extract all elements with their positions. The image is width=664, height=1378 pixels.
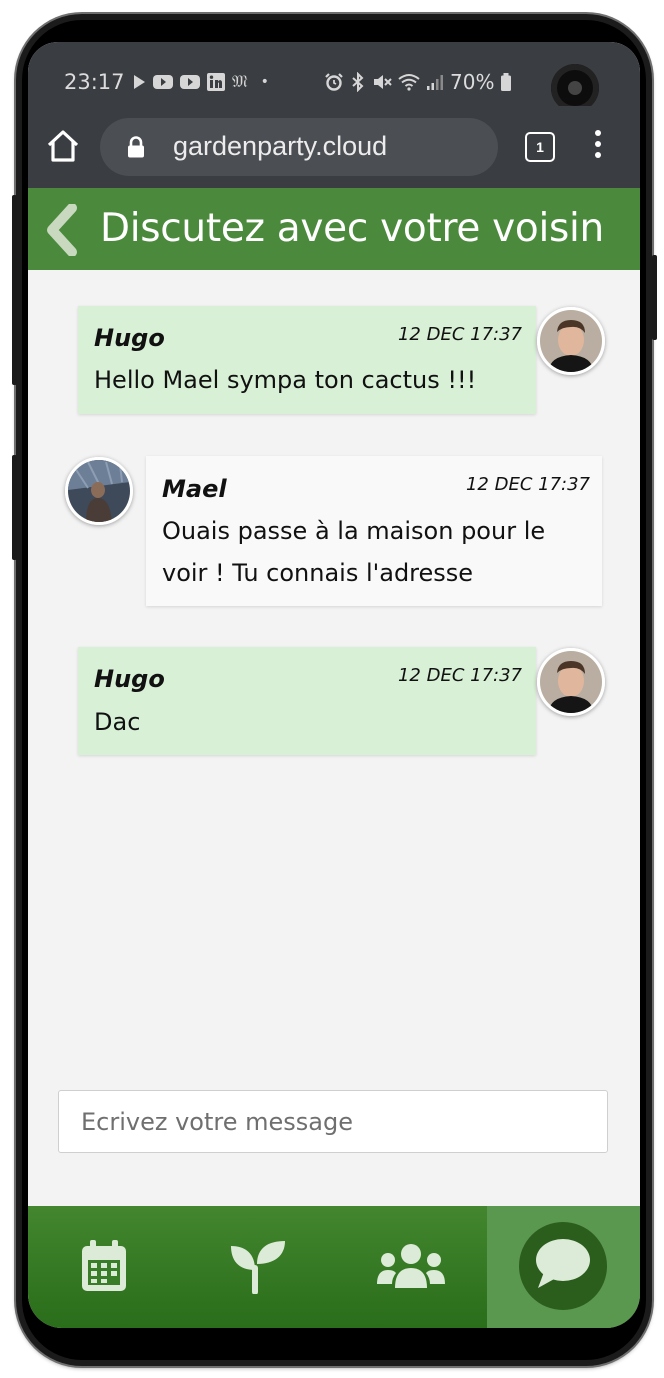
address-bar[interactable]: gardenparty.cloud <box>100 118 498 176</box>
avatar-hugo[interactable] <box>537 307 605 375</box>
message-author: Hugo <box>94 324 165 352</box>
avatar-hugo[interactable] <box>537 648 605 716</box>
volume-button <box>12 195 17 385</box>
message-list: Hugo 12 DEC 17:37 Hello Mael sympa ton c… <box>28 270 640 1070</box>
sprout-icon <box>231 1241 285 1294</box>
users-icon <box>377 1244 445 1288</box>
bixby-button <box>12 455 17 560</box>
front-camera <box>551 64 599 112</box>
app-header: Discutez avec votre voisin <box>28 188 640 270</box>
calendar-icon <box>82 1240 126 1291</box>
message-bubble: Hugo 12 DEC 17:37 Hello Mael sympa ton c… <box>78 306 536 414</box>
play-icon <box>134 75 145 89</box>
nav-chat[interactable] <box>487 1206 640 1328</box>
youtube-icon <box>153 75 173 89</box>
alarm-icon <box>325 73 343 91</box>
system-icons: 70% <box>324 70 512 94</box>
message-text: Dac <box>94 708 141 736</box>
battery-icon <box>501 73 512 91</box>
avatar-mael[interactable] <box>65 457 133 525</box>
avatar-photo <box>68 460 130 522</box>
avatar-photo <box>540 310 602 372</box>
tab-switcher-button[interactable]: 1 <box>525 132 555 162</box>
youtube-icon <box>180 75 200 89</box>
news-icon: 𝔐 <box>232 72 248 92</box>
avatar-photo <box>540 651 602 713</box>
phone-screen: 23:17 𝔐 • 70% gardenparty.cloud 1 Discut… <box>28 42 640 1328</box>
message-text: Hello Mael sympa ton cactus !!! <box>94 366 477 394</box>
message-bubble: Hugo 12 DEC 17:37 Dac <box>78 647 536 755</box>
message-text: Ouais passe à la maison pour le voir ! T… <box>162 517 546 587</box>
bottom-nav <box>28 1206 640 1328</box>
chat-icon <box>536 1239 590 1288</box>
signal-icon <box>427 75 443 90</box>
message-input[interactable] <box>58 1090 608 1153</box>
url-text: gardenparty.cloud <box>173 131 388 161</box>
message-date: 12 DEC 17:37 <box>397 665 522 686</box>
nav-neighbors[interactable] <box>334 1206 487 1328</box>
message-author: Mael <box>162 475 227 503</box>
message-date: 12 DEC 17:37 <box>465 474 590 495</box>
home-icon[interactable] <box>46 128 80 164</box>
back-chevron-icon[interactable] <box>42 204 82 256</box>
browser-menu-icon[interactable] <box>594 130 602 164</box>
nav-calendar[interactable] <box>28 1206 181 1328</box>
linkedin-icon <box>207 73 225 91</box>
mute-icon <box>374 75 392 89</box>
bluetooth-icon <box>352 72 364 92</box>
notification-icons: 𝔐 • <box>132 72 269 92</box>
power-button <box>652 255 657 340</box>
message-date: 12 DEC 17:37 <box>397 324 522 345</box>
message-author: Hugo <box>94 665 165 693</box>
lock-icon <box>128 136 144 158</box>
page-title: Discutez avec votre voisin <box>100 206 604 251</box>
status-time: 23:17 <box>64 70 125 94</box>
browser-toolbar: gardenparty.cloud 1 <box>28 106 640 188</box>
wifi-icon <box>398 74 420 91</box>
nav-garden[interactable] <box>181 1206 334 1328</box>
dot-icon: • <box>260 74 269 90</box>
message-bubble: Mael 12 DEC 17:37 Ouais passe à la maiso… <box>146 456 602 606</box>
battery-level: 70% <box>450 70 495 94</box>
